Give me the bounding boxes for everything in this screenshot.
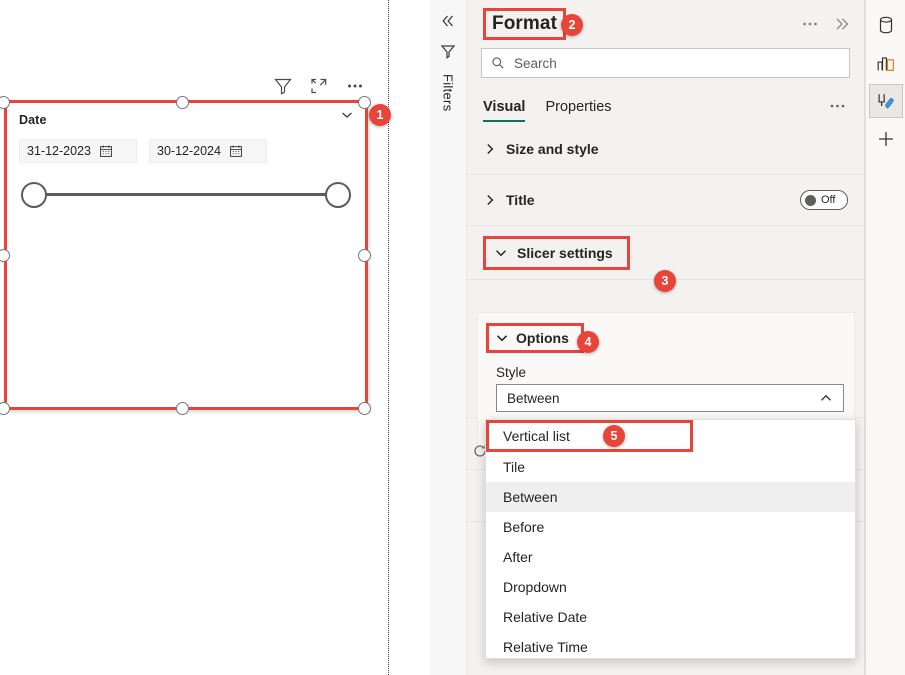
slicer-title: Date bbox=[19, 113, 47, 127]
calendar-icon[interactable] bbox=[99, 144, 113, 158]
slider-track bbox=[35, 193, 337, 196]
options-highlight[interactable]: Options bbox=[486, 323, 584, 353]
pane-header-actions[interactable] bbox=[800, 14, 852, 34]
report-canvas[interactable]: Date 31-12-2023 30-12-2024 bbox=[0, 0, 389, 675]
style-field-label: Style bbox=[496, 365, 527, 380]
search-container[interactable] bbox=[467, 48, 864, 78]
filters-pane-collapsed[interactable]: Filters bbox=[430, 0, 467, 675]
page-title: Format bbox=[483, 8, 566, 40]
dropdown-option-tile[interactable]: Tile bbox=[486, 452, 855, 482]
resize-handle[interactable] bbox=[176, 96, 189, 109]
more-options-icon[interactable] bbox=[345, 76, 365, 96]
date-slicer-visual[interactable]: Date 31-12-2023 30-12-2024 bbox=[4, 100, 368, 410]
section-label: Size and style bbox=[506, 141, 599, 157]
format-paintbrush-icon[interactable] bbox=[868, 84, 903, 118]
start-date-field[interactable]: 31-12-2023 bbox=[19, 139, 137, 163]
format-tabs[interactable]: Visual Properties bbox=[467, 78, 864, 122]
chevron-right-icon bbox=[483, 142, 497, 156]
tabs-more-options-icon[interactable] bbox=[828, 99, 848, 113]
add-icon[interactable] bbox=[869, 122, 903, 156]
filter-icon[interactable] bbox=[273, 76, 293, 96]
style-combobox[interactable]: Between bbox=[496, 384, 844, 412]
style-dropdown-list[interactable]: Vertical list Tile Between Before After … bbox=[485, 419, 856, 659]
search-box[interactable] bbox=[481, 48, 850, 78]
date-range-slider[interactable] bbox=[21, 179, 351, 211]
tab-visual[interactable]: Visual bbox=[483, 99, 526, 122]
toggle-state-label: Off bbox=[821, 194, 836, 206]
options-header[interactable]: Options bbox=[478, 313, 854, 353]
step-badge-4: 4 bbox=[577, 331, 599, 353]
step-badge-3: 3 bbox=[654, 270, 676, 292]
end-date-value: 30-12-2024 bbox=[157, 144, 221, 158]
style-selected-value: Between bbox=[507, 390, 560, 406]
search-icon bbox=[491, 56, 505, 70]
dropdown-option-relative-date[interactable]: Relative Date bbox=[486, 602, 855, 632]
chevron-down-icon[interactable] bbox=[339, 107, 355, 123]
section-title[interactable]: Title Off bbox=[467, 175, 864, 226]
step-badge-1: 1 bbox=[369, 104, 391, 126]
visual-header-toolbar[interactable] bbox=[273, 76, 365, 96]
double-chevron-right-icon[interactable] bbox=[832, 14, 852, 34]
dropdown-option-after[interactable]: After bbox=[486, 542, 855, 572]
format-pane-header: Format bbox=[467, 0, 864, 48]
more-options-icon[interactable] bbox=[800, 14, 820, 34]
dropdown-option-relative-time[interactable]: Relative Time bbox=[486, 632, 855, 662]
chevron-up-icon[interactable] bbox=[819, 391, 833, 405]
build-visual-icon[interactable] bbox=[869, 46, 903, 80]
search-input[interactable] bbox=[514, 49, 840, 77]
resize-handle[interactable] bbox=[176, 402, 189, 415]
filters-pane-label: Filters bbox=[440, 74, 456, 112]
toggle-knob bbox=[805, 194, 816, 206]
slider-handle-start[interactable] bbox=[21, 182, 47, 208]
canvas-page-divider bbox=[388, 0, 389, 675]
section-label: Slicer settings bbox=[517, 244, 613, 261]
visualization-rail[interactable] bbox=[865, 0, 905, 675]
chevron-down-icon bbox=[495, 331, 509, 345]
options-label: Options bbox=[516, 330, 569, 346]
filter-funnel-icon[interactable] bbox=[439, 42, 457, 60]
end-date-field[interactable]: 30-12-2024 bbox=[149, 139, 267, 163]
slicer-settings-highlight[interactable]: Slicer settings bbox=[483, 235, 630, 270]
slider-handle-end[interactable] bbox=[325, 182, 351, 208]
step-badge-5: 5 bbox=[603, 425, 625, 447]
tab-properties[interactable]: Properties bbox=[545, 99, 611, 122]
start-date-value: 31-12-2023 bbox=[27, 144, 91, 158]
resize-handle[interactable] bbox=[358, 96, 371, 109]
title-toggle[interactable]: Off bbox=[800, 190, 848, 210]
dropdown-option-vertical-list[interactable]: Vertical list bbox=[486, 420, 693, 452]
section-size-and-style[interactable]: Size and style bbox=[467, 124, 864, 175]
data-icon[interactable] bbox=[869, 8, 903, 42]
calendar-icon[interactable] bbox=[229, 144, 243, 158]
chevron-right-icon bbox=[483, 193, 497, 207]
dropdown-option-between[interactable]: Between bbox=[486, 482, 855, 512]
resize-handle[interactable] bbox=[358, 402, 371, 415]
dropdown-option-dropdown[interactable]: Dropdown bbox=[486, 572, 855, 602]
date-range-inputs[interactable]: 31-12-2023 30-12-2024 bbox=[19, 139, 355, 163]
resize-handle[interactable] bbox=[358, 249, 371, 262]
step-badge-2: 2 bbox=[561, 14, 583, 36]
section-label: Title bbox=[506, 192, 535, 208]
dropdown-option-before[interactable]: Before bbox=[486, 512, 855, 542]
chevron-down-icon bbox=[494, 246, 508, 260]
resize-handle[interactable] bbox=[0, 402, 10, 415]
focus-mode-icon[interactable] bbox=[309, 76, 329, 96]
double-chevron-left-icon[interactable] bbox=[439, 12, 457, 30]
